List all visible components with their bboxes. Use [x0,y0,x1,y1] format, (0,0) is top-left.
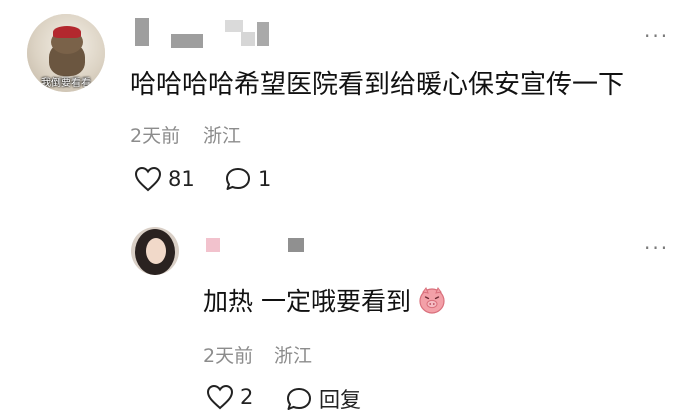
reply-count-button[interactable]: 1 [224,166,271,192]
avatar[interactable]: 我倒要看看 [27,14,105,92]
reply-like-count: 2 [240,385,254,409]
reply-button-label: 回复 [319,388,361,412]
reply-button[interactable]: 回复 [285,384,361,414]
comment-location: 浙江 [203,125,242,147]
reply-count: 1 [258,167,272,191]
reply-more-options-icon[interactable]: ··· [644,238,669,258]
comment-text: 哈哈哈哈希望医院看到给暖心保安宣传一下 [130,70,625,100]
heart-icon [206,384,234,410]
pig-emoji-icon [417,285,447,315]
more-options-icon[interactable]: ··· [644,26,669,46]
reply-text-container: 加热 一定哦要看到 [203,282,447,318]
comment-bubble-icon [285,386,313,412]
comment-bubble-icon [224,166,252,192]
like-button[interactable]: 81 [134,166,195,192]
reply-avatar[interactable] [131,227,179,275]
avatar-caption: 我倒要看看 [41,78,91,89]
reply-text: 加热 一定哦要看到 [203,287,411,316]
heart-icon [134,166,162,192]
username-redacted[interactable] [135,18,285,50]
like-count: 81 [168,167,195,191]
reply-like-button[interactable]: 2 [206,384,253,410]
comment-time: 2天前 [130,125,181,147]
reply-location: 浙江 [274,345,313,367]
reply-time: 2天前 [203,345,254,367]
reply-username-redacted[interactable] [200,236,310,256]
